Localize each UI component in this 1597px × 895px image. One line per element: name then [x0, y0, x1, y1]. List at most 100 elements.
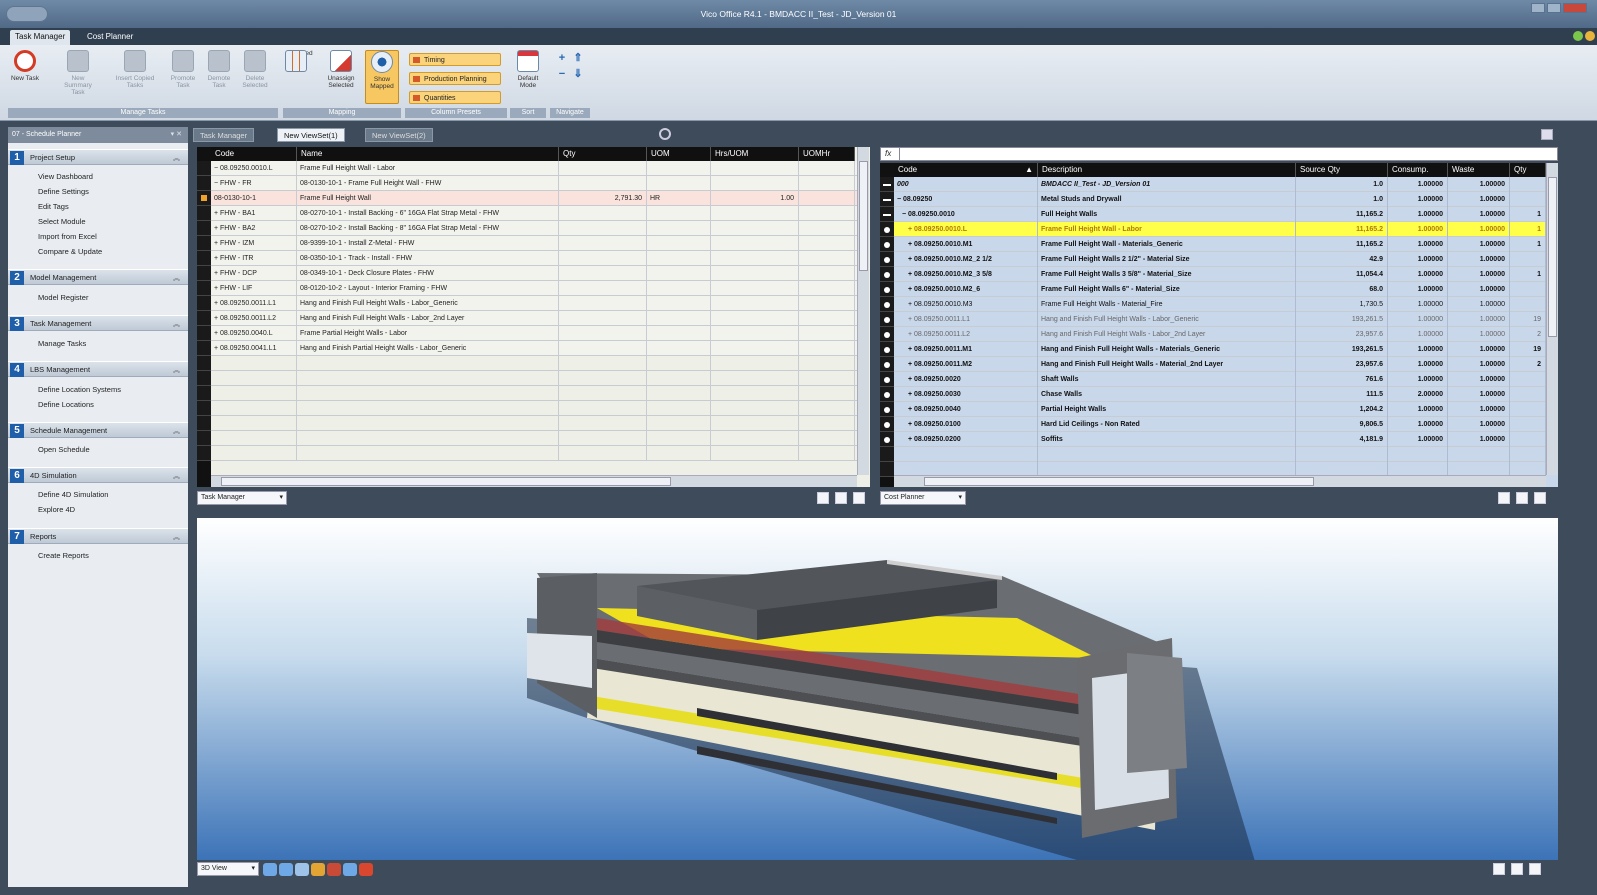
chevron-up-icon[interactable]: ︽	[173, 471, 180, 481]
chevron-up-icon[interactable]: ︽	[173, 153, 180, 163]
row-selector[interactable]	[197, 431, 211, 446]
table-row[interactable]: + 08.09250.0041.L1 Hang and Finish Partia…	[211, 341, 857, 356]
cell-uomhr[interactable]	[799, 206, 855, 221]
table-row[interactable]: + 08.09250.0011.L1 Hang and Finish Full H…	[894, 312, 1546, 327]
table-row[interactable]: + 08.09250.0010.M2_6 Frame Full Height Wa…	[894, 282, 1546, 297]
cell-desc[interactable]: Frame Full Height Walls 3 5/8" - Materia…	[1038, 267, 1296, 282]
cell-qty[interactable]	[559, 296, 647, 311]
table-row[interactable]: + FHW - IZM 08-9399-10-1 - Install Z-Meta…	[211, 236, 857, 251]
cell-hrs[interactable]	[711, 446, 799, 461]
cell-code[interactable]: − 08.09250.0010.L	[211, 161, 297, 176]
float-icon[interactable]	[1516, 492, 1528, 504]
cell-cons[interactable]: 1.00000	[1388, 342, 1448, 357]
cell-code[interactable]: + 08.09250.0010.M2_3 5/8	[894, 267, 1038, 282]
cell-qty[interactable]	[1510, 387, 1546, 402]
cell-uom[interactable]	[647, 236, 711, 251]
cell-code[interactable]: + 08.09250.0011.L2	[894, 327, 1038, 342]
close-panel-icon[interactable]	[1529, 863, 1541, 875]
cell-code[interactable]: + 08.09250.0010.M1	[894, 237, 1038, 252]
cell-code[interactable]: − 08.09250	[894, 192, 1038, 207]
link-explore-4d[interactable]: Explore 4D	[38, 505, 75, 514]
cell-waste[interactable]	[1448, 447, 1510, 462]
cell-uomhr[interactable]	[799, 386, 855, 401]
cell-desc[interactable]: Chase Walls	[1038, 387, 1296, 402]
cell-src[interactable]: 1,730.5	[1296, 297, 1388, 312]
cost-view-dropdown[interactable]: Cost Planner	[880, 491, 966, 505]
cell-qty[interactable]	[559, 281, 647, 296]
table-row[interactable]: + 08.09250.0011.L2 Hang and Finish Full H…	[894, 327, 1546, 342]
col-qty[interactable]: Qty	[1510, 163, 1546, 177]
cell-qty[interactable]	[1510, 282, 1546, 297]
chevron-up-icon[interactable]: ︽	[173, 532, 180, 542]
row-selector[interactable]	[197, 326, 211, 341]
table-row[interactable]: + FHW - BA2 08-0270-10-2 - Install Backin…	[211, 221, 857, 236]
cell-qty[interactable]: 19	[1510, 312, 1546, 327]
row-selector[interactable]	[197, 296, 211, 311]
table-row[interactable]	[211, 386, 857, 401]
cell-qty[interactable]: 2,791.30	[559, 191, 647, 206]
table-row[interactable]: 000 BMDACC II_Test - JD_Version 01 1.0 1.00…	[894, 177, 1546, 192]
cell-uom[interactable]	[647, 326, 711, 341]
row-selector[interactable]	[197, 341, 211, 356]
row-selector[interactable]	[197, 191, 211, 206]
cell-desc[interactable]: Frame Full Height Walls 6" - Material_Si…	[1038, 282, 1296, 297]
cell-waste[interactable]: 1.00000	[1448, 432, 1510, 447]
tab-cost-planner[interactable]: Cost Planner	[82, 30, 138, 45]
cell-uom[interactable]	[647, 176, 711, 191]
fit-icon[interactable]	[343, 863, 357, 876]
restore-icon[interactable]	[1493, 863, 1505, 875]
cell-code[interactable]: − FHW - FR	[211, 176, 297, 191]
cell-src[interactable]: 193,261.5	[1296, 312, 1388, 327]
cell-code[interactable]: + FHW - ITR	[211, 251, 297, 266]
cell-name[interactable]: 08-9399-10-1 - Install Z-Metal - FHW	[297, 236, 559, 251]
table-row[interactable]: + 08.09250.0200 Soffits 4,181.9 1.00000 1.00…	[894, 432, 1546, 447]
cell-waste[interactable]: 1.00000	[1448, 192, 1510, 207]
add-tab-icon[interactable]	[659, 128, 671, 140]
cell-cons[interactable]: 1.00000	[1388, 267, 1448, 282]
row-selector[interactable]	[880, 297, 894, 312]
link-define-locations[interactable]: Define Locations	[38, 400, 94, 409]
col-consump[interactable]: Consump.	[1388, 163, 1448, 177]
cell-desc[interactable]: Frame Full Height Wall - Materials_Gener…	[1038, 237, 1296, 252]
new-task-button[interactable]: New Task	[10, 50, 40, 82]
cell-uomhr[interactable]	[799, 371, 855, 386]
cell-cons[interactable]: 1.00000	[1388, 177, 1448, 192]
cell-waste[interactable]: 1.00000	[1448, 312, 1510, 327]
chevron-up-icon[interactable]: ︽	[173, 319, 180, 329]
cell-code[interactable]	[211, 356, 297, 371]
cell-waste[interactable]: 1.00000	[1448, 297, 1510, 312]
cell-hrs[interactable]	[711, 371, 799, 386]
cell-cons[interactable]: 1.00000	[1388, 312, 1448, 327]
cell-qty[interactable]: 1	[1510, 222, 1546, 237]
close-panel-icon[interactable]	[853, 492, 865, 504]
cell-name[interactable]	[297, 356, 559, 371]
cell-uomhr[interactable]	[799, 221, 855, 236]
tab-task-manager[interactable]: Task Manager	[10, 30, 71, 45]
cell-code[interactable]: + 08.09250.0010.M2_2 1/2	[894, 252, 1038, 267]
pin-icon[interactable]: ▾ ✕	[171, 127, 182, 143]
cell-desc[interactable]: BMDACC II_Test - JD_Version 01	[1038, 177, 1296, 192]
cell-code[interactable]	[211, 386, 297, 401]
link-select-module[interactable]: Select Module	[38, 217, 86, 226]
table-row[interactable]: 08-0130-10-1 Frame Full Height Wall 2,791.…	[211, 191, 857, 206]
cell-code[interactable]: + 08.09250.0011.L1	[211, 296, 297, 311]
walk-icon[interactable]	[311, 863, 325, 876]
cell-waste[interactable]: 1.00000	[1448, 267, 1510, 282]
cell-desc[interactable]: Shaft Walls	[1038, 372, 1296, 387]
cell-qty[interactable]	[559, 446, 647, 461]
cell-qty[interactable]	[559, 206, 647, 221]
table-row[interactable]: + FHW - LIF 08-0120-10-2 - Layout - Inter…	[211, 281, 857, 296]
link-open-schedule[interactable]: Open Schedule	[38, 445, 90, 454]
cell-uom[interactable]	[647, 161, 711, 176]
cell-uom[interactable]	[647, 311, 711, 326]
cell-uom[interactable]	[647, 401, 711, 416]
chevron-up-icon[interactable]: ︽	[173, 273, 180, 283]
table-row[interactable]	[211, 356, 857, 371]
cell-qty[interactable]: 1	[1510, 267, 1546, 282]
cell-code[interactable]: + FHW - BA1	[211, 206, 297, 221]
cell-hrs[interactable]	[711, 266, 799, 281]
cell-hrs[interactable]	[711, 326, 799, 341]
cell-uomhr[interactable]	[799, 446, 855, 461]
cell-qty[interactable]: 2	[1510, 327, 1546, 342]
help-icon[interactable]	[1573, 31, 1583, 41]
